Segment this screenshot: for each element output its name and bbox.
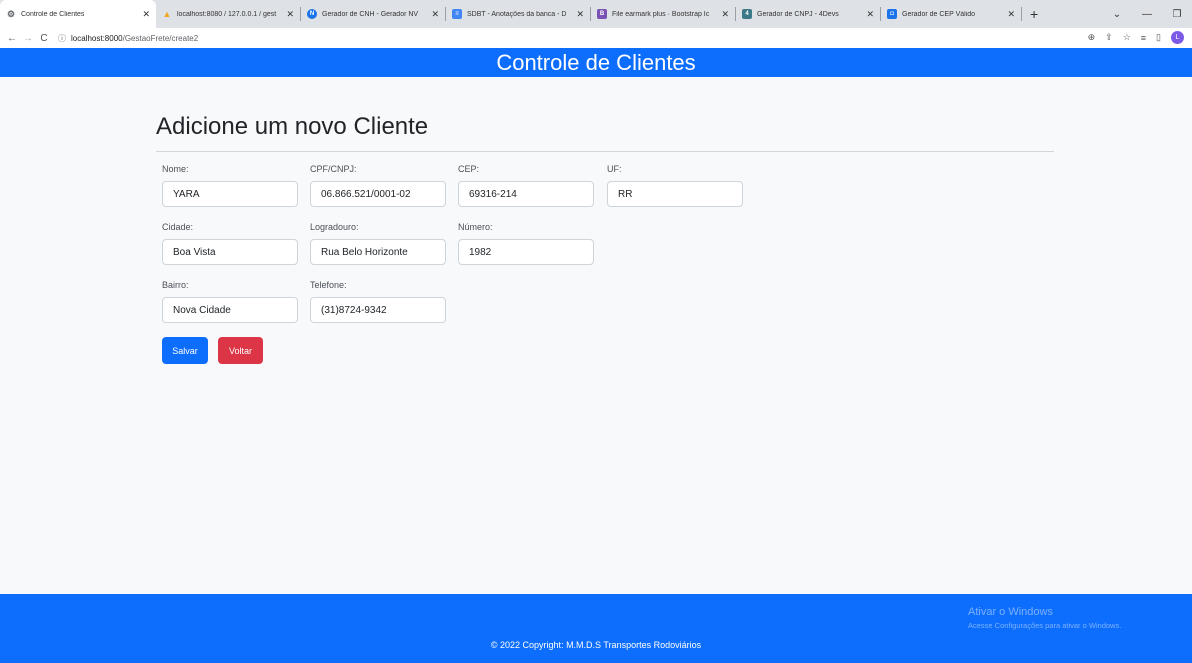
forward-arrow-icon[interactable]: →: [20, 33, 36, 44]
tab-label: Controle de Clientes: [21, 10, 85, 18]
tab-label: localhost:8080 / 127.0.0.1 / gest: [177, 10, 277, 18]
site-icon: N: [307, 9, 317, 19]
tab-label: File earmark plus · Bootstrap Ic: [612, 10, 710, 18]
close-tab-icon[interactable]: ✕: [431, 9, 439, 20]
tab-controle-de-clientes[interactable]: ⚙ Controle de Clientes ✕: [0, 0, 156, 28]
logradouro-field-group: Logradouro: Rua Belo Horizonte: [310, 222, 446, 265]
close-tab-icon[interactable]: ✕: [286, 9, 294, 20]
bootstrap-icon: B: [597, 9, 607, 19]
browser-tab-strip: ⚙ Controle de Clientes ✕ ▲ localhost:808…: [0, 0, 1192, 28]
tab-label: Gerador de CNPJ - 4Devs: [757, 10, 839, 18]
logradouro-label: Logradouro:: [310, 222, 359, 232]
tab-label: SDBT - Anotações da banca - D: [467, 10, 567, 18]
star-icon[interactable]: ☆: [1123, 32, 1131, 43]
close-tab-icon[interactable]: ✕: [721, 9, 729, 20]
new-tab-button[interactable]: +: [1022, 0, 1046, 28]
logradouro-input[interactable]: Rua Belo Horizonte: [310, 239, 446, 265]
docs-icon: ≡: [452, 9, 462, 19]
back-arrow-icon[interactable]: ←: [4, 33, 20, 44]
cpf-field-group: CPF/CNPJ: 06.866.521/0001-02: [310, 164, 446, 207]
telefone-field-group: Telefone: (31)8724-9342: [310, 280, 446, 323]
watermark-subtitle: Acesse Configurações para ativar o Windo…: [968, 621, 1122, 630]
back-button[interactable]: Voltar: [218, 337, 263, 364]
bairro-input[interactable]: Nova Cidade: [162, 297, 298, 323]
windows-activation-watermark: Ativar o Windows Acesse Configurações pa…: [968, 606, 1121, 630]
cidade-label: Cidade:: [162, 222, 194, 232]
watermark-title: Ativar o Windows: [968, 606, 1053, 618]
numero-field-group: Número: 1982: [458, 222, 594, 265]
tab-label: Gerador de CNH - Gerador NV: [322, 10, 419, 18]
close-tab-icon[interactable]: ✕: [142, 9, 150, 20]
navbar-title: Controle de Clientes: [496, 49, 696, 75]
close-tab-icon[interactable]: ✕: [866, 9, 874, 20]
url-path: /GestaoFrete/create2: [122, 33, 199, 43]
nome-field-group: Nome: YARA: [162, 164, 298, 207]
cpf-label: CPF/CNPJ:: [310, 164, 357, 174]
tab-bootstrap-icons[interactable]: B File earmark plus · Bootstrap Ic ✕: [591, 0, 735, 28]
site-icon: ◘: [887, 9, 897, 19]
close-tab-icon[interactable]: ✕: [1007, 9, 1015, 20]
uf-input[interactable]: RR: [607, 181, 743, 207]
tab-sdbt-docs[interactable]: ≡ SDBT - Anotações da banca - D ✕: [446, 0, 590, 28]
cpf-input[interactable]: 06.866.521/0001-02: [310, 181, 446, 207]
app-navbar: Controle de Clientes: [0, 48, 1192, 77]
toolbar-icons: ⊕ ⇪ ☆ ≡ ▯ L: [1088, 31, 1184, 44]
divider: [156, 151, 1054, 152]
window-controls: ⌄ — ❐: [1102, 0, 1192, 28]
cep-label: CEP:: [458, 164, 480, 174]
numero-label: Número:: [458, 222, 493, 232]
bairro-label: Bairro:: [162, 280, 189, 290]
globe-icon: ⚙: [6, 8, 16, 19]
reading-list-icon[interactable]: ≡: [1141, 33, 1146, 43]
tab-gerador-cep[interactable]: ◘ Gerador de CEP Válido ✕: [881, 0, 1021, 28]
url-field[interactable]: ⓘ localhost:8000 /GestaoFrete/create2: [58, 33, 198, 44]
copyright-text: © 2022 Copyright: M.M.D.S Transportes Ro…: [490, 640, 702, 650]
info-icon[interactable]: ⓘ: [58, 33, 66, 44]
share-icon[interactable]: ⇪: [1105, 32, 1113, 43]
cidade-field-group: Cidade: Boa Vista: [162, 222, 298, 265]
uf-label: UF:: [607, 164, 622, 174]
telefone-input[interactable]: (31)8724-9342: [310, 297, 446, 323]
cep-field-group: CEP: 69316-214: [458, 164, 594, 207]
reload-icon[interactable]: C: [36, 33, 52, 44]
nome-label: Nome:: [162, 164, 189, 174]
telefone-label: Telefone:: [310, 280, 347, 290]
tab-gerador-cnh[interactable]: N Gerador de CNH - Gerador NV ✕: [301, 0, 445, 28]
phpmyadmin-icon: ▲: [162, 9, 172, 19]
address-bar: ← → C ⓘ localhost:8000 /GestaoFrete/crea…: [0, 28, 1192, 48]
profile-avatar[interactable]: L: [1171, 31, 1184, 44]
zoom-icon[interactable]: ⊕: [1088, 32, 1096, 43]
tab-label: Gerador de CEP Válido: [902, 10, 976, 18]
uf-field-group: UF: RR: [607, 164, 743, 207]
cidade-input[interactable]: Boa Vista: [162, 239, 298, 265]
restore-icon[interactable]: ❐: [1162, 9, 1192, 20]
page-title: Adicione um novo Cliente: [156, 113, 429, 140]
chevron-down-icon[interactable]: ⌄: [1102, 9, 1132, 20]
tab-phpmyadmin[interactable]: ▲ localhost:8080 / 127.0.0.1 / gest ✕: [156, 0, 300, 28]
cep-input[interactable]: 69316-214: [458, 181, 594, 207]
tab-gerador-cnpj[interactable]: 4 Gerador de CNPJ - 4Devs ✕: [736, 0, 880, 28]
close-tab-icon[interactable]: ✕: [576, 9, 584, 20]
url-host: localhost:8000: [71, 33, 123, 43]
nome-input[interactable]: YARA: [162, 181, 298, 207]
bairro-field-group: Bairro: Nova Cidade: [162, 280, 298, 323]
side-panel-icon[interactable]: ▯: [1156, 32, 1161, 43]
numero-input[interactable]: 1982: [458, 239, 594, 265]
site-icon: 4: [742, 9, 752, 19]
minimize-icon[interactable]: —: [1132, 9, 1162, 20]
save-button[interactable]: Salvar: [162, 337, 208, 364]
